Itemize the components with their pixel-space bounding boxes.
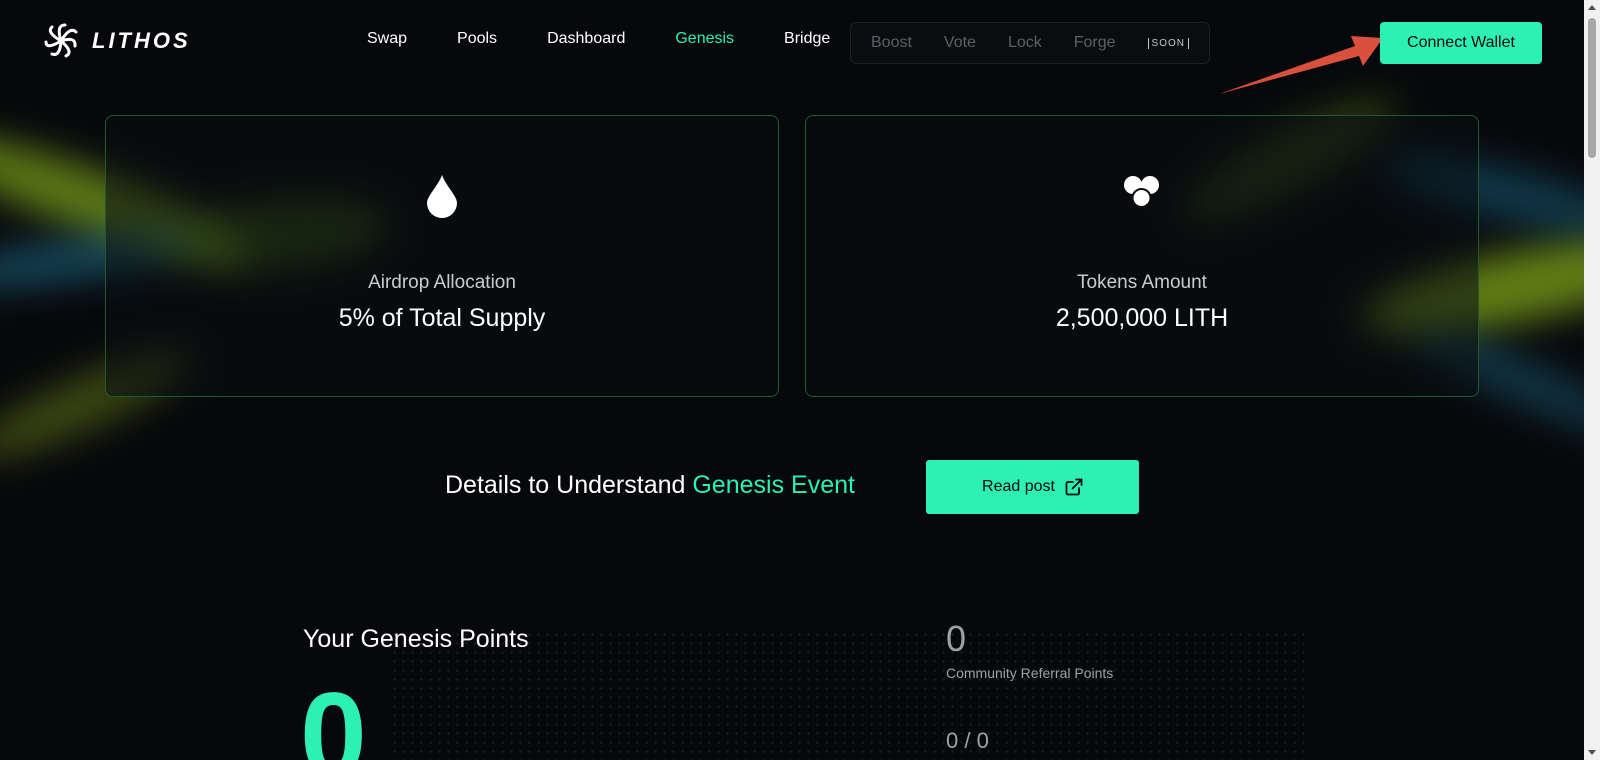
details-highlight: Genesis Event	[692, 471, 855, 499]
airdrop-allocation-card: Airdrop Allocation 5% of Total Supply	[105, 115, 779, 397]
referral-points-value: 0	[946, 618, 967, 659]
genesis-points-total: 0	[300, 668, 367, 760]
read-post-label: Read post	[982, 478, 1055, 495]
read-post-button[interactable]: Read post	[926, 460, 1139, 514]
genesis-details-heading: Details to Understand Genesis Event	[445, 471, 855, 500]
nav-lock: Lock	[1007, 34, 1042, 51]
referral-points-label: Community Referral Points	[946, 665, 1114, 681]
nav-pools[interactable]: Pools	[457, 30, 497, 48]
card-value: 5% of Total Supply	[338, 304, 546, 332]
nav-dashboard[interactable]: Dashboard	[547, 30, 625, 48]
card-label: Airdrop Allocation	[368, 272, 516, 293]
lithos-logo-icon	[44, 23, 78, 58]
coins-icon	[806, 174, 1478, 210]
points-ratio: 0 / 0	[946, 728, 989, 753]
coming-soon-nav: Boost Vote Lock Forge SOON	[850, 22, 1210, 64]
logo-text: LITHOS	[92, 28, 191, 53]
soon-badge: SOON	[1147, 37, 1189, 49]
details-text: Details to Understand	[445, 471, 693, 499]
nav-vote: Vote	[943, 34, 976, 51]
card-value: 2,500,000 LITH	[1055, 304, 1229, 332]
vertical-scrollbar[interactable]	[1584, 0, 1600, 760]
nav-genesis[interactable]: Genesis	[675, 30, 734, 48]
annotation-arrow-icon	[1219, 36, 1383, 94]
card-label: Tokens Amount	[1077, 272, 1207, 293]
nav-boost: Boost	[871, 34, 912, 51]
scroll-down-icon[interactable]	[1588, 750, 1596, 755]
top-header: LITHOS Swap Pools Dashboard Genesis Brid…	[0, 0, 1584, 94]
genesis-points-title: Your Genesis Points	[303, 625, 529, 653]
logo[interactable]: LITHOS	[40, 20, 191, 62]
nav-forge: Forge	[1073, 34, 1116, 51]
nav-bridge[interactable]: Bridge	[784, 30, 830, 48]
main-nav: Swap Pools Dashboard Genesis Bridge	[367, 30, 880, 48]
droplet-icon	[106, 174, 778, 218]
external-link-icon	[1065, 478, 1083, 496]
connect-wallet-button[interactable]: Connect Wallet	[1380, 22, 1542, 64]
tokens-amount-card: Tokens Amount 2,500,000 LITH	[805, 115, 1479, 397]
scroll-up-icon[interactable]	[1588, 5, 1596, 10]
scrollbar-thumb[interactable]	[1588, 18, 1596, 158]
nav-swap[interactable]: Swap	[367, 30, 407, 48]
